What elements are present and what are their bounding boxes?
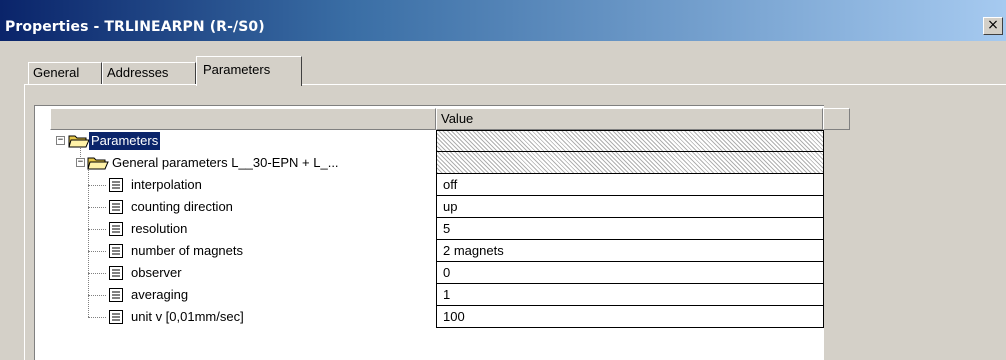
param-value[interactable]: off bbox=[436, 174, 824, 196]
folder-open-icon bbox=[87, 157, 109, 170]
param-name: unit v [0,01mm/sec] bbox=[131, 309, 244, 324]
param-name-cell[interactable]: resolution bbox=[50, 218, 436, 240]
tree-label-group: General parameters L__30-EPN + L_... bbox=[112, 155, 339, 170]
value-cell-group bbox=[436, 152, 824, 174]
param-name-cell[interactable]: averaging bbox=[50, 284, 436, 306]
param-row[interactable]: number of magnets 2 magnets bbox=[50, 240, 824, 262]
param-name: averaging bbox=[131, 287, 189, 302]
tab-general-label: General bbox=[33, 65, 80, 80]
close-icon: × bbox=[987, 17, 999, 33]
column-header-value[interactable]: Value bbox=[436, 108, 823, 130]
parameter-doc-icon bbox=[109, 222, 123, 236]
param-name: resolution bbox=[131, 221, 188, 236]
param-row[interactable]: resolution 5 bbox=[50, 218, 824, 240]
parameter-doc-icon bbox=[109, 178, 123, 192]
grid-header: Value bbox=[50, 108, 850, 130]
tab-addresses-label: Addresses bbox=[107, 65, 169, 80]
param-value[interactable]: 100 bbox=[436, 306, 824, 328]
parameter-doc-icon bbox=[109, 288, 123, 302]
tab-general[interactable]: General bbox=[28, 62, 102, 84]
param-value[interactable]: up bbox=[436, 196, 824, 218]
param-value[interactable]: 5 bbox=[436, 218, 824, 240]
tab-parameters-label: Parameters bbox=[203, 62, 271, 77]
param-name: number of magnets bbox=[131, 243, 244, 258]
tree-row-root[interactable]: − Parameters bbox=[50, 130, 824, 152]
param-row[interactable]: averaging 1 bbox=[50, 284, 824, 306]
folder-open-icon bbox=[68, 135, 90, 148]
param-row[interactable]: interpolation off bbox=[50, 174, 824, 196]
param-name: counting direction bbox=[131, 199, 233, 214]
collapse-icon[interactable]: − bbox=[76, 158, 85, 167]
tree-label-parameters: Parameters bbox=[89, 132, 161, 150]
param-name: observer bbox=[131, 265, 182, 280]
parameter-doc-icon bbox=[109, 244, 123, 258]
close-button[interactable]: × bbox=[983, 17, 1003, 35]
param-name: interpolation bbox=[131, 177, 202, 192]
param-name-cell[interactable]: number of magnets bbox=[50, 240, 436, 262]
param-value[interactable]: 0 bbox=[436, 262, 824, 284]
parameter-doc-icon bbox=[109, 200, 123, 214]
parameter-doc-icon bbox=[109, 310, 123, 324]
param-row[interactable]: unit v [0,01mm/sec] 100 bbox=[50, 306, 824, 328]
column-header-name[interactable] bbox=[50, 108, 436, 130]
title-bar[interactable]: Properties - TRLINEARPN (R-/S0) × bbox=[0, 0, 1006, 41]
parameter-doc-icon bbox=[109, 266, 123, 280]
param-name-cell[interactable]: counting direction bbox=[50, 196, 436, 218]
param-row[interactable]: observer 0 bbox=[50, 262, 824, 284]
param-name-cell[interactable]: unit v [0,01mm/sec] bbox=[50, 306, 436, 328]
collapse-icon[interactable]: − bbox=[56, 136, 65, 145]
column-header-filler bbox=[823, 108, 850, 130]
tab-addresses[interactable]: Addresses bbox=[102, 62, 196, 84]
window-title: Properties - TRLINEARPN (R-/S0) bbox=[5, 19, 265, 35]
param-value[interactable]: 2 magnets bbox=[436, 240, 824, 262]
tree-node-root[interactable]: − Parameters bbox=[50, 130, 436, 152]
tab-parameters[interactable]: Parameters bbox=[196, 56, 302, 86]
tree-node-group[interactable]: − General parameters L__30-EPN + L_... bbox=[50, 152, 436, 174]
param-row[interactable]: counting direction up bbox=[50, 196, 824, 218]
param-name-cell[interactable]: interpolation bbox=[50, 174, 436, 196]
param-value[interactable]: 1 bbox=[436, 284, 824, 306]
param-name-cell[interactable]: observer bbox=[50, 262, 436, 284]
value-cell-root bbox=[436, 130, 824, 152]
tree-row-group[interactable]: − General parameters L__30-EPN + L_... bbox=[50, 152, 824, 174]
